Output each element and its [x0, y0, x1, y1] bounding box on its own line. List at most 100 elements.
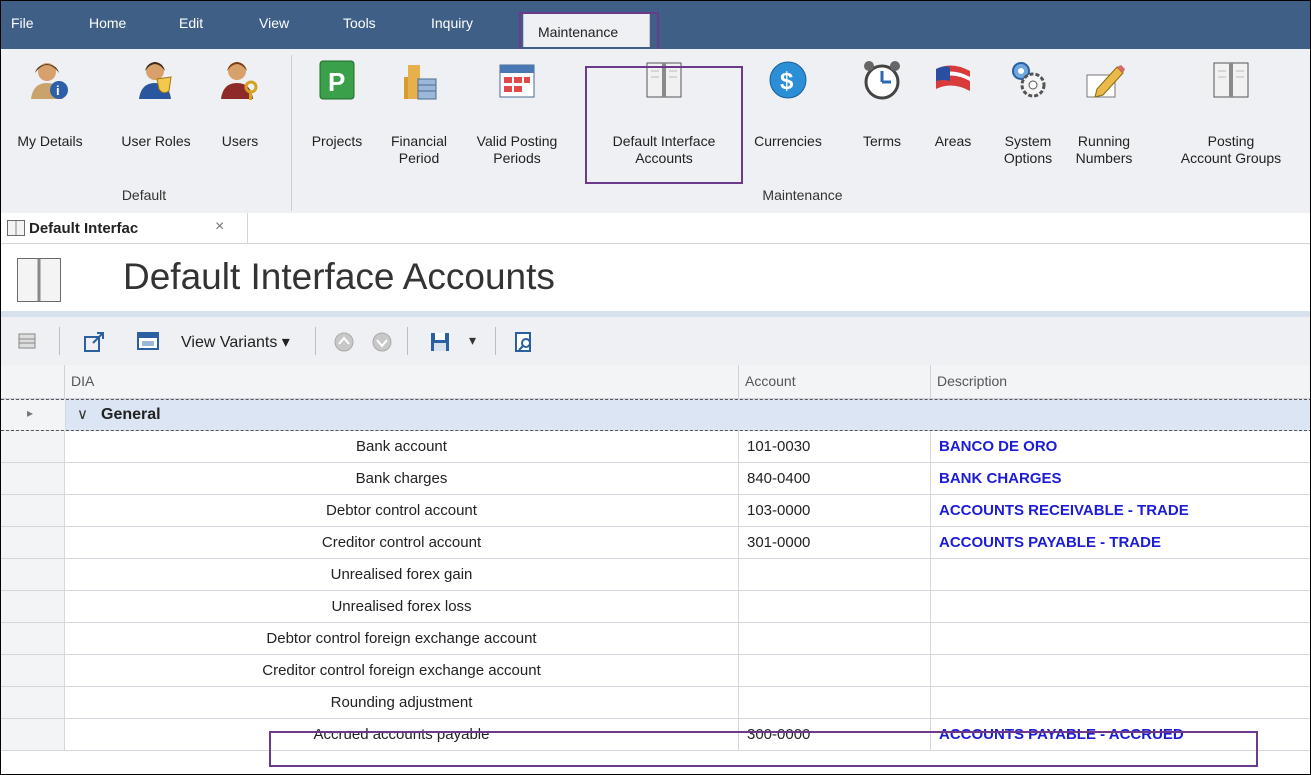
description-cell[interactable] [931, 655, 1310, 687]
grid-toolbar: View Variants ▾ ▾ [1, 317, 1310, 366]
description-cell[interactable]: ACCOUNTS RECEIVABLE - TRADE [931, 495, 1310, 527]
table-row[interactable]: Debtor control foreign exchange account [1, 623, 1310, 655]
description-cell[interactable]: BANK CHARGES [931, 463, 1310, 495]
table-row[interactable]: Accrued accounts payable 300-0000 ACCOUNTS… [1, 719, 1310, 751]
view-variants-button[interactable]: View Variants ▾ [181, 332, 290, 352]
menu-maintenance[interactable]: Maintenance [523, 13, 650, 47]
projects-button[interactable]: P Projects [299, 57, 375, 177]
account-cell[interactable] [739, 687, 931, 719]
group-row-general[interactable]: ▸ ∨ General [1, 399, 1310, 431]
description-cell[interactable]: BANCO DE ORO [931, 431, 1310, 463]
book-icon [7, 220, 25, 236]
row-indicator[interactable] [1, 687, 65, 719]
document-tab[interactable]: Default Interfac × [1, 213, 248, 243]
row-indicator-header [1, 365, 65, 399]
document-tab-strip: Default Interfac × [1, 213, 1310, 244]
menu-tools[interactable]: Tools [343, 15, 376, 31]
dia-cell[interactable]: Accrued accounts payable [65, 719, 739, 751]
export-icon[interactable] [83, 331, 105, 353]
dia-cell[interactable]: Creditor control account [65, 527, 739, 559]
valid-posting-periods-button[interactable]: Valid Posting Periods [465, 57, 569, 177]
table-row[interactable]: Unrealised forex gain [1, 559, 1310, 591]
description-cell[interactable]: ACCOUNTS PAYABLE - ACCRUED [931, 719, 1310, 751]
users-button[interactable]: Users [207, 57, 273, 177]
currencies-button[interactable]: $ Currencies [741, 57, 835, 177]
my-details-button[interactable]: i My Details [3, 57, 97, 177]
dia-cell[interactable]: Debtor control foreign exchange account [65, 623, 739, 655]
column-header-dia[interactable]: DIA [65, 365, 739, 399]
chevron-down-icon[interactable]: ▾ [469, 332, 476, 349]
account-cell[interactable]: 301-0000 [739, 527, 931, 559]
posting-account-groups-button[interactable]: Posting Account Groups [1161, 57, 1301, 177]
default-interface-accounts-button[interactable]: Default Interface Accounts [587, 57, 741, 177]
account-cell[interactable]: 103-0000 [739, 495, 931, 527]
dia-cell[interactable]: Bank charges [65, 463, 739, 495]
description-cell[interactable]: ACCOUNTS PAYABLE - TRADE [931, 527, 1310, 559]
dia-cell[interactable]: Bank account [65, 431, 739, 463]
table-row[interactable]: Creditor control foreign exchange accoun… [1, 655, 1310, 687]
table-row[interactable]: Bank account 101-0030 BANCO DE ORO [1, 431, 1310, 463]
ribbon-separator [291, 55, 292, 211]
table-row[interactable]: Creditor control account 301-0000 ACCOUNTS… [1, 527, 1310, 559]
table-row[interactable]: Bank charges 840-0400 BANK CHARGES [1, 463, 1310, 495]
row-indicator[interactable] [1, 559, 65, 591]
menu-edit[interactable]: Edit [179, 15, 203, 31]
row-indicator[interactable] [1, 463, 65, 495]
default-interface-line2: Accounts [635, 150, 693, 166]
pencil-icon [1086, 65, 1125, 98]
preview-icon[interactable] [513, 331, 535, 353]
account-cell[interactable] [739, 559, 931, 591]
system-options-button[interactable]: System Options [995, 57, 1061, 177]
account-cell[interactable] [739, 655, 931, 687]
account-cell[interactable] [739, 591, 931, 623]
group-label: General [101, 406, 161, 423]
table-row[interactable]: Unrealised forex loss [1, 591, 1310, 623]
row-indicator[interactable] [1, 591, 65, 623]
row-indicator[interactable] [1, 655, 65, 687]
description-cell[interactable] [931, 591, 1310, 623]
move-down-icon[interactable] [371, 331, 393, 353]
account-cell[interactable]: 101-0030 [739, 431, 931, 463]
grid-options-icon[interactable] [17, 331, 37, 351]
row-indicator[interactable] [1, 431, 65, 463]
description-cell[interactable] [931, 623, 1310, 655]
posting-line1: Posting [1207, 133, 1255, 149]
account-cell[interactable]: 840-0400 [739, 463, 931, 495]
menu-file[interactable]: File [11, 15, 34, 31]
dia-cell[interactable]: Debtor control account [65, 495, 739, 527]
row-indicator[interactable] [1, 527, 65, 559]
user-roles-button[interactable]: User Roles [109, 57, 203, 177]
terms-button[interactable]: Terms [851, 57, 913, 177]
areas-button[interactable]: Areas [921, 57, 985, 177]
financial-period-button[interactable]: Financial Period [379, 57, 459, 177]
save-icon[interactable] [429, 331, 451, 353]
dia-cell[interactable]: Creditor control foreign exchange accoun… [65, 655, 739, 687]
row-indicator[interactable] [1, 495, 65, 527]
description-cell[interactable] [931, 559, 1310, 591]
menu-home[interactable]: Home [89, 15, 126, 31]
row-indicator[interactable] [1, 623, 65, 655]
maintenance-group-label: Maintenance [762, 187, 843, 203]
move-up-icon[interactable] [333, 331, 355, 353]
table-row[interactable]: Debtor control account 103-0000 ACCOUNTS R… [1, 495, 1310, 527]
column-header-description-label: Description [937, 373, 1008, 389]
dia-cell[interactable]: Unrealised forex gain [65, 559, 739, 591]
financial-period-line2: Period [398, 150, 440, 166]
collapse-group-icon[interactable]: ∨ [77, 405, 88, 423]
column-header-description[interactable]: Description [931, 365, 1310, 399]
dia-cell[interactable]: Rounding adjustment [65, 687, 739, 719]
dia-cell[interactable]: Unrealised forex loss [65, 591, 739, 623]
menu-inquiry[interactable]: Inquiry [431, 15, 473, 31]
table-row[interactable]: Rounding adjustment [1, 687, 1310, 719]
column-header-account[interactable]: Account [739, 365, 931, 399]
view-variants-label: View Variants [181, 334, 278, 351]
menu-view[interactable]: View [259, 15, 289, 31]
account-cell[interactable] [739, 623, 931, 655]
account-cell[interactable]: 300-0000 [739, 719, 931, 751]
running-numbers-button[interactable]: Running Numbers [1069, 57, 1139, 177]
row-indicator[interactable] [1, 719, 65, 751]
description-cell[interactable] [931, 687, 1310, 719]
menu-maintenance-label: Maintenance [538, 24, 619, 40]
close-icon[interactable]: × [215, 218, 224, 236]
users-label: Users [221, 133, 259, 149]
